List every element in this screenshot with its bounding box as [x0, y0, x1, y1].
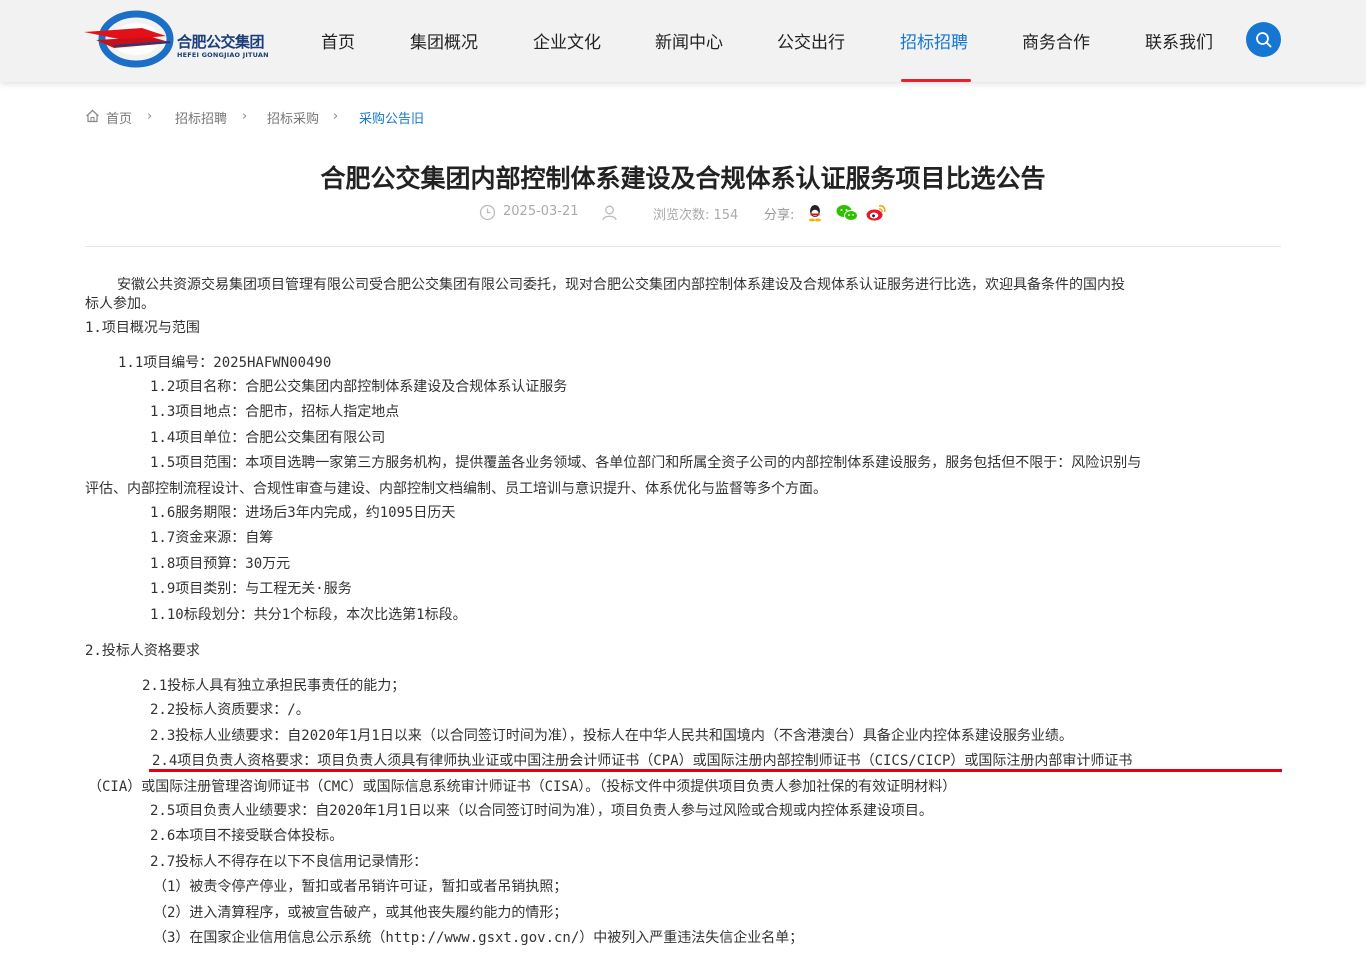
list-item: 1.2项目名称：合肥公交集团内部控制体系建设及合规体系认证服务 — [150, 379, 568, 395]
list-item: 2.7投标人不得存在以下不良信用记录情形： — [150, 854, 428, 870]
list-item: 1.10标段划分：共分1个标段，本次比选第1标段。 — [150, 607, 467, 623]
nav-bidding-recruitment[interactable]: 招标招聘 — [900, 28, 968, 53]
publish-date: 2025-03-21 — [503, 204, 579, 219]
list-item: 2.6本项目不接受联合体投标。 — [150, 828, 344, 844]
nav-group-overview[interactable]: 集团概况 — [410, 28, 478, 53]
chevron-right-icon: › — [242, 109, 248, 124]
list-item: 1.1项目编号：2025HAFWN00490 — [118, 355, 332, 371]
list-item: 2.1投标人具有独立承担民事责任的能力； — [142, 678, 406, 694]
list-item: 1.9项目类别：与工程无关·服务 — [150, 581, 352, 597]
list-item: （1）被责令停产停业，暂扣或者吊销许可证，暂扣或者吊销执照； — [153, 879, 568, 895]
list-item: 1.4项目单位：合肥公交集团有限公司 — [150, 430, 386, 446]
weibo-icon[interactable] — [866, 204, 886, 222]
site-header: 合肥公交集团 HEFEI GONGJIAO JITUAN 首页 集团概况 企业文… — [0, 0, 1366, 82]
list-item: 1.6服务期限：进场后3年内完成，约1095日历天 — [150, 505, 456, 521]
title-divider — [85, 246, 1281, 247]
clock-icon — [479, 204, 496, 221]
search-icon — [1256, 32, 1272, 48]
list-item: 2.5项目负责人业绩要求：自2020年1月1日以来（以合同签订时间为准），项目负… — [150, 803, 933, 819]
list-item-cont: 评估、内部控制流程设计、合规性审查与建设、内部控制文档编制、员工培训与意识提升、… — [85, 481, 827, 497]
highlight-underline — [149, 769, 1282, 772]
qq-icon[interactable] — [807, 204, 823, 222]
breadcrumb-current[interactable]: 采购公告旧 — [359, 108, 424, 127]
nav-home[interactable]: 首页 — [321, 28, 355, 53]
list-item: 2.2投标人资质要求：/。 — [150, 702, 310, 718]
section-heading: 2.投标人资格要求 — [85, 643, 200, 659]
search-button[interactable] — [1246, 22, 1281, 57]
wechat-icon[interactable] — [836, 204, 858, 222]
nav-corporate-culture[interactable]: 企业文化 — [533, 28, 601, 53]
nav-bus-travel[interactable]: 公交出行 — [777, 28, 845, 53]
paragraph-intro: 安徽公共资源交易集团项目管理有限公司受合肥公交集团有限公司委托，现对合肥公交集团… — [117, 277, 1125, 293]
chevron-right-icon: › — [147, 109, 153, 124]
list-item: 1.8项目预算：30万元 — [150, 556, 291, 572]
list-item: （2）进入清算程序，或被宣告破产，或其他丧失履约能力的情形； — [153, 905, 568, 921]
nav-business-cooperation[interactable]: 商务合作 — [1022, 28, 1090, 53]
breadcrumb-procurement[interactable]: 招标采购 — [267, 108, 319, 127]
list-item: 2.3投标人业绩要求：自2020年1月1日以来（以合同签订时间为准），投标人在中… — [150, 728, 1073, 744]
site-logo[interactable]: 合肥公交集团 HEFEI GONGJIAO JITUAN — [84, 10, 274, 70]
chevron-right-icon: › — [333, 109, 339, 124]
article-title: 合肥公交集团内部控制体系建设及合规体系认证服务项目比选公告 — [320, 164, 1046, 193]
breadcrumb-bidding-recruitment[interactable]: 招标招聘 — [175, 108, 227, 127]
active-nav-indicator — [901, 79, 971, 82]
list-item: （3）在国家企业信用信息公示系统（http://www.gsxt.gov.cn/… — [153, 930, 804, 946]
share-label: 分享: — [764, 208, 795, 223]
user-icon — [602, 205, 617, 221]
list-item: 1.5项目范围：本项目选聘一家第三方服务机构，提供覆盖各业务领域、各单位部门和所… — [150, 455, 1142, 471]
list-item-cont: （CIA）或国际注册管理咨询师证书（CMC）或国际信息系统审计师证书（CISA）… — [88, 779, 957, 795]
nav-contact-us[interactable]: 联系我们 — [1145, 28, 1213, 53]
list-item: 1.3项目地点：合肥市，招标人指定地点 — [150, 404, 400, 420]
list-item: 1.7资金来源：自筹 — [150, 530, 274, 546]
view-count: 浏览次数: 154 — [653, 208, 739, 223]
logo-text-cn: 合肥公交集团 — [177, 33, 265, 51]
logo-emblem-icon — [84, 10, 174, 68]
nav-news-center[interactable]: 新闻中心 — [655, 28, 723, 53]
breadcrumb-home[interactable]: 首页 — [106, 108, 132, 127]
home-icon[interactable] — [85, 109, 100, 123]
paragraph-intro-cont: 标人参加。 — [85, 296, 155, 312]
section-heading: 1.项目概况与范围 — [85, 320, 200, 336]
logo-text-en: HEFEI GONGJIAO JITUAN — [177, 51, 269, 59]
list-item-highlighted: 2.4项目负责人资格要求：项目负责人须具有律师执业证或中国注册会计师证书（CPA… — [152, 753, 1133, 769]
